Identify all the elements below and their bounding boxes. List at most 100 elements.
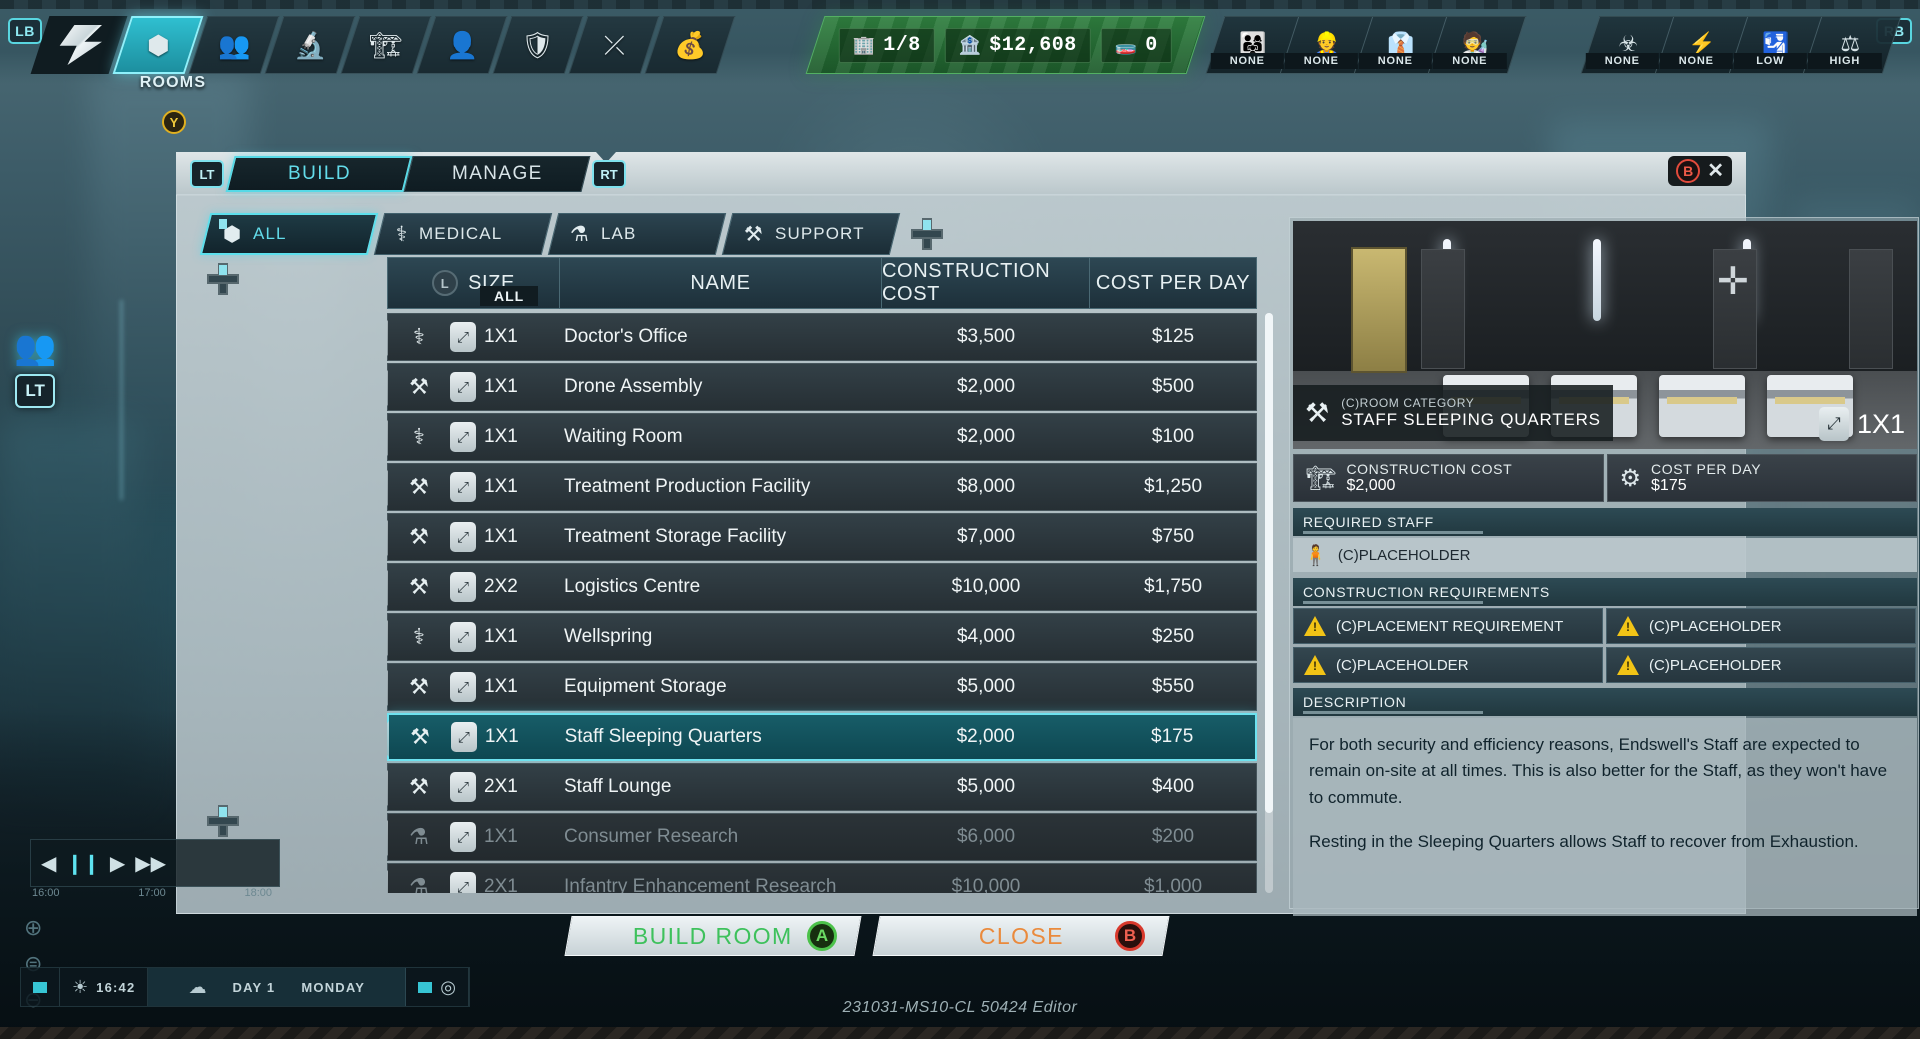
tab-build[interactable]: BUILD <box>226 156 413 192</box>
requirement-item[interactable]: (C)PLACEHOLDER <box>1293 647 1603 683</box>
header-construction-cost[interactable]: CONSTRUCTION COST <box>882 258 1090 308</box>
table-row[interactable]: ⚒ ⤢2X2 Logistics Centre $10,000 $1,750 <box>387 563 1257 611</box>
play-icon[interactable]: ▶ <box>110 851 125 876</box>
nav-item-research[interactable]: 🔬 <box>265 16 356 74</box>
row-construction-cost: $2,000 <box>882 426 1090 448</box>
scientists-value: NONE <box>1433 53 1507 69</box>
tab-manage-label: MANAGE <box>452 163 543 185</box>
patient-icon: 👤 <box>446 32 478 58</box>
row-cost-per-day: $250 <box>1090 626 1256 648</box>
resource-money[interactable]: 🏦 $12,608 <box>945 28 1091 63</box>
requirement-item[interactable]: (C)PLACEHOLDER <box>1606 647 1916 683</box>
nav-item-staff[interactable]: 👥 <box>189 16 280 74</box>
add-row-bottom-icon[interactable] <box>207 805 239 837</box>
table-row[interactable]: ⚒ ⤢1X1 Treatment Storage Facility $7,000… <box>387 513 1257 561</box>
a-button-icon: A <box>807 921 837 951</box>
header-size[interactable]: L SIZE ALL <box>388 258 560 308</box>
row-name: Treatment Storage Facility <box>560 526 882 548</box>
resource-samples[interactable]: 🧫 0 <box>1101 28 1172 63</box>
caduceus-icon: ⚕ <box>396 222 407 247</box>
build-watermark: 231031-MS10-CL 50424 Editor <box>0 999 1920 1017</box>
table-row-locked[interactable]: ⚗ ⤢1X1 Consumer Research $6,000 $200 <box>387 813 1257 861</box>
size-expand-icon: ⤢ <box>450 672 476 702</box>
category-tab-lab[interactable]: ⚗ LAB <box>548 213 726 255</box>
row-category-icon: ⚒ <box>388 574 450 600</box>
room-preview-image: ✛ ⚒ (C)ROOM CATEGORY STAFF SLEEPING QUAR… <box>1293 221 1917 449</box>
row-size: 2X2 <box>484 576 518 598</box>
speed-controls: ◀ ❙❙ ▶ ▶▶ <box>30 839 280 887</box>
fast-forward-icon[interactable]: ▶▶ <box>135 851 166 876</box>
left-trigger-hint[interactable]: 👥 LT <box>14 328 56 408</box>
samples-value: 0 <box>1145 34 1158 57</box>
row-size: 2X1 <box>484 876 518 893</box>
zoom-in-icon[interactable]: ⊕ <box>24 915 42 941</box>
build-room-button[interactable]: BUILD ROOM A <box>564 916 861 956</box>
table-row-locked[interactable]: ⚗ ⤢2X1 Infantry Enhancement Research $10… <box>387 863 1257 893</box>
dialog-close-chip[interactable]: B ✕ <box>1668 156 1732 186</box>
header-name[interactable]: NAME <box>560 258 882 308</box>
table-header-row: L SIZE ALL NAME CONSTRUCTION COST COST P… <box>387 257 1257 309</box>
category-tab-support[interactable]: ⚒ SUPPORT <box>722 213 900 255</box>
row-name: Wellspring <box>560 626 882 648</box>
lt-tab-key[interactable]: LT <box>190 160 224 188</box>
rt-tab-key[interactable]: RT <box>592 160 626 188</box>
nav-item-finance[interactable]: 💰 <box>645 16 736 74</box>
table-row[interactable]: ⚒ ⤢2X1 Staff Lounge $5,000 $400 <box>387 763 1257 811</box>
lt-trigger-key[interactable]: LT <box>15 374 55 408</box>
row-size: 1X1 <box>484 676 518 698</box>
stat-group-threats: ☣ NONE ⚡ NONE 🛂 LOW ⚖ HIGH <box>1581 16 1902 74</box>
nav-item-production[interactable]: 🏗 <box>341 16 432 74</box>
room-cost-row: 🏗 CONSTRUCTION COST $2,000 ⚙ COST PER DA… <box>1293 454 1917 502</box>
row-size: 1X1 <box>484 626 518 648</box>
topbar-stripe <box>0 0 1920 9</box>
detail-cc-value: $2,000 <box>1346 477 1512 495</box>
size-expand-icon: ⤢ <box>450 622 476 652</box>
resource-rooms[interactable]: 🏢 1/8 <box>839 28 935 63</box>
category-tab-medical[interactable]: ⚕ MEDICAL <box>374 213 552 255</box>
table-row[interactable]: ⚒ ⤢1X1 Treatment Production Facility $8,… <box>387 463 1257 511</box>
table-row[interactable]: ⚕ ⤢1X1 Wellspring $4,000 $250 <box>387 613 1257 661</box>
rewind-icon[interactable]: ◀ <box>41 851 56 876</box>
required-staff-item[interactable]: 🧍 (C)PLACEHOLDER <box>1293 538 1917 572</box>
close-button[interactable]: CLOSE B <box>872 916 1169 956</box>
table-scrollbar[interactable] <box>1265 313 1273 893</box>
money-value: $12,608 <box>989 34 1077 57</box>
workers-value: NONE <box>1285 53 1358 69</box>
row-category-icon: ⚕ <box>388 324 450 350</box>
table-row[interactable]: ⚒ ⤢1X1 Drone Assembly $2,000 $500 <box>387 363 1257 411</box>
nav-item-rooms[interactable]: ⬢ <box>113 16 204 74</box>
table-row[interactable]: ⚒ ⤢1X1 Equipment Storage $5,000 $550 <box>387 663 1257 711</box>
rooms-value: 1/8 <box>883 34 921 57</box>
requirement-item[interactable]: (C)PLACEMENT REQUIREMENT <box>1293 608 1603 644</box>
size-expand-icon: ⤢ <box>1819 407 1849 441</box>
add-filter-left-icon[interactable] <box>207 263 239 295</box>
microscope-icon: 🔬 <box>294 32 326 58</box>
requirement-item[interactable]: (C)PLACEHOLDER <box>1606 608 1916 644</box>
nav-item-logistics[interactable]: ⤫ <box>569 16 660 74</box>
time-ruler: 16:00 17:00 18:00 <box>32 887 272 899</box>
lb-bumper-key[interactable]: LB <box>8 18 42 44</box>
objective-icon: ◎ <box>440 977 456 998</box>
category-tab-support-label: SUPPORT <box>775 224 865 244</box>
population-value: NONE <box>1211 53 1284 69</box>
money-bag-icon: 💰 <box>674 32 706 58</box>
tab-manage[interactable]: MANAGE <box>404 156 591 192</box>
table-row[interactable]: ⚕ ⤢1X1 Doctor's Office $3,500 $125 <box>387 313 1257 361</box>
nav-item-patients[interactable]: 👤 <box>417 16 508 74</box>
row-cost-per-day: $400 <box>1090 776 1256 798</box>
building-icon: 🏢 <box>853 35 875 56</box>
table-row[interactable]: ⚕ ⤢1X1 Waiting Room $2,000 $100 <box>387 413 1257 461</box>
scrollbar-thumb[interactable] <box>1265 313 1273 813</box>
tick-label: 18:00 <box>244 887 272 899</box>
dialog-header-bar <box>576 152 1746 196</box>
pause-icon[interactable]: ❙❙ <box>66 851 100 876</box>
nav-item-policies[interactable]: 🛡 <box>493 16 584 74</box>
bank-icon: 🏦 <box>959 35 981 56</box>
header-cost-per-day[interactable]: COST PER DAY <box>1090 258 1256 308</box>
y-button-hint[interactable]: Y <box>162 110 186 134</box>
category-tab-medical-label: MEDICAL <box>419 224 502 244</box>
table-row-selected[interactable]: ⚒ ⤢1X1 Staff Sleeping Quarters $2,000 $1… <box>387 713 1257 761</box>
add-category-right-icon[interactable] <box>911 218 943 250</box>
row-cost-per-day: $125 <box>1090 326 1256 348</box>
required-staff-header: REQUIRED STAFF <box>1293 508 1917 536</box>
